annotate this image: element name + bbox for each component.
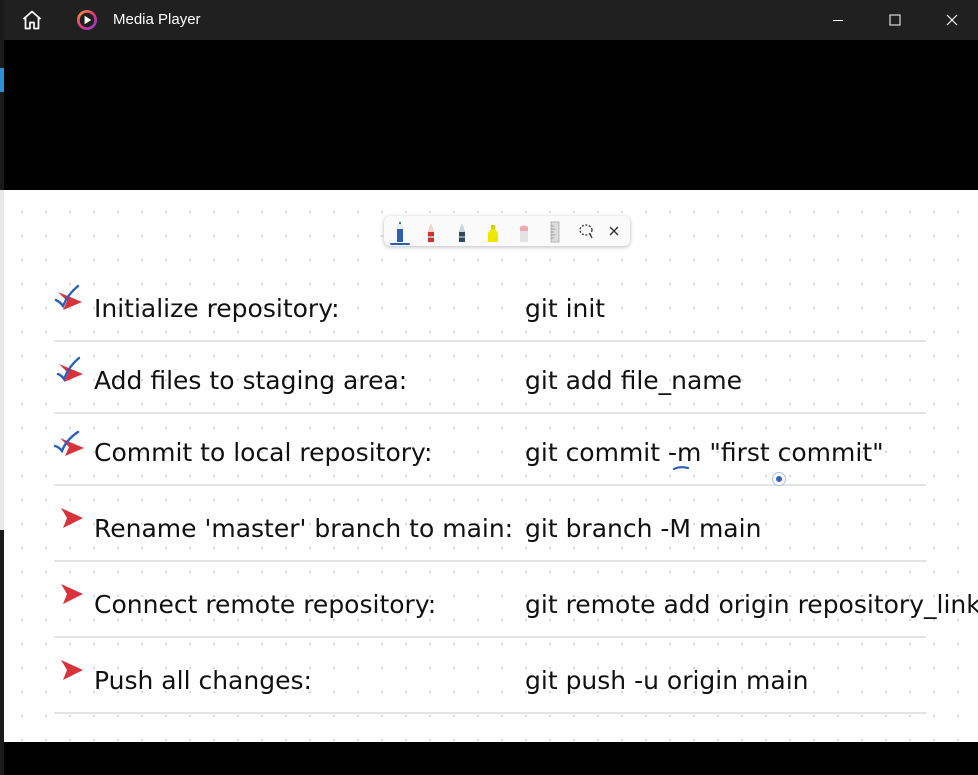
window-title: Media Player	[113, 11, 201, 28]
list-item: Add files to staging area: git add file_…	[54, 352, 926, 414]
pen-icon	[397, 221, 403, 242]
bullet-checked-icon	[53, 424, 90, 460]
maximize-button[interactable]	[867, 0, 923, 40]
maximize-icon	[889, 14, 901, 26]
eraser-icon	[520, 225, 528, 242]
home-icon[interactable]	[20, 8, 44, 32]
bullet-checked-icon	[54, 352, 90, 388]
minimize-icon	[833, 20, 843, 21]
media-player-icon	[76, 9, 98, 31]
step-label: Add files to staging area:	[94, 366, 408, 395]
dark-pen-tool[interactable]	[450, 219, 474, 243]
step-command: git branch -M main	[525, 514, 762, 543]
title-bar[interactable]: Media Player	[4, 0, 978, 40]
video-letterbox-bottom	[4, 742, 978, 775]
step-label: Rename 'master' branch to main:	[94, 514, 514, 543]
lasso-icon	[579, 224, 593, 239]
eraser-tool[interactable]	[512, 219, 536, 243]
step-command: git add file_name	[525, 366, 743, 395]
step-command: git commit -m "first commit"	[525, 438, 884, 467]
pen-icon	[459, 224, 465, 242]
step-command: git init	[525, 294, 606, 323]
red-pen-tool[interactable]	[419, 219, 443, 243]
video-letterbox-top	[4, 40, 978, 190]
step-label: Initialize repository:	[94, 294, 340, 323]
list-item: Push all changes: git push -u origin mai…	[54, 652, 926, 714]
step-label: Connect remote repository:	[94, 590, 437, 619]
highlighter-tool[interactable]	[481, 219, 505, 243]
ruler-tool[interactable]	[543, 219, 567, 243]
list-item: Connect remote repository: git remote ad…	[54, 576, 978, 638]
minimize-button[interactable]	[810, 0, 866, 40]
list-item: Commit to local repository: git commit -…	[53, 424, 926, 486]
step-label: Push all changes:	[94, 666, 312, 695]
step-label: Commit to local repository:	[94, 438, 433, 467]
ink-underline	[672, 466, 690, 471]
close-ink-tool[interactable]	[602, 219, 626, 243]
pen-cursor-icon	[772, 472, 786, 486]
pen-icon	[428, 224, 434, 242]
ruler-icon	[550, 221, 560, 243]
step-command: git push -u origin main	[525, 666, 809, 695]
close-button[interactable]	[924, 0, 978, 40]
ballpoint-pen-tool[interactable]	[388, 219, 412, 245]
lasso-select-tool[interactable]	[574, 219, 598, 243]
bullet-arrow-icon	[54, 576, 90, 612]
step-command: git remote add origin repository_link	[525, 590, 978, 619]
media-player-window: Media Player Initialize repository: git …	[4, 0, 978, 775]
close-icon	[946, 14, 958, 26]
ink-toolbar	[384, 216, 630, 246]
highlighter-icon	[488, 225, 498, 242]
bullet-checked-icon	[54, 280, 90, 316]
bullet-arrow-icon	[54, 500, 90, 536]
close-icon	[609, 226, 619, 236]
list-item: Initialize repository: git init	[54, 280, 926, 342]
bullet-arrow-icon	[54, 652, 90, 688]
video-frame-whiteboard[interactable]: Initialize repository: git init Add file…	[4, 190, 978, 742]
list-item: Rename 'master' branch to main: git bran…	[54, 500, 926, 562]
